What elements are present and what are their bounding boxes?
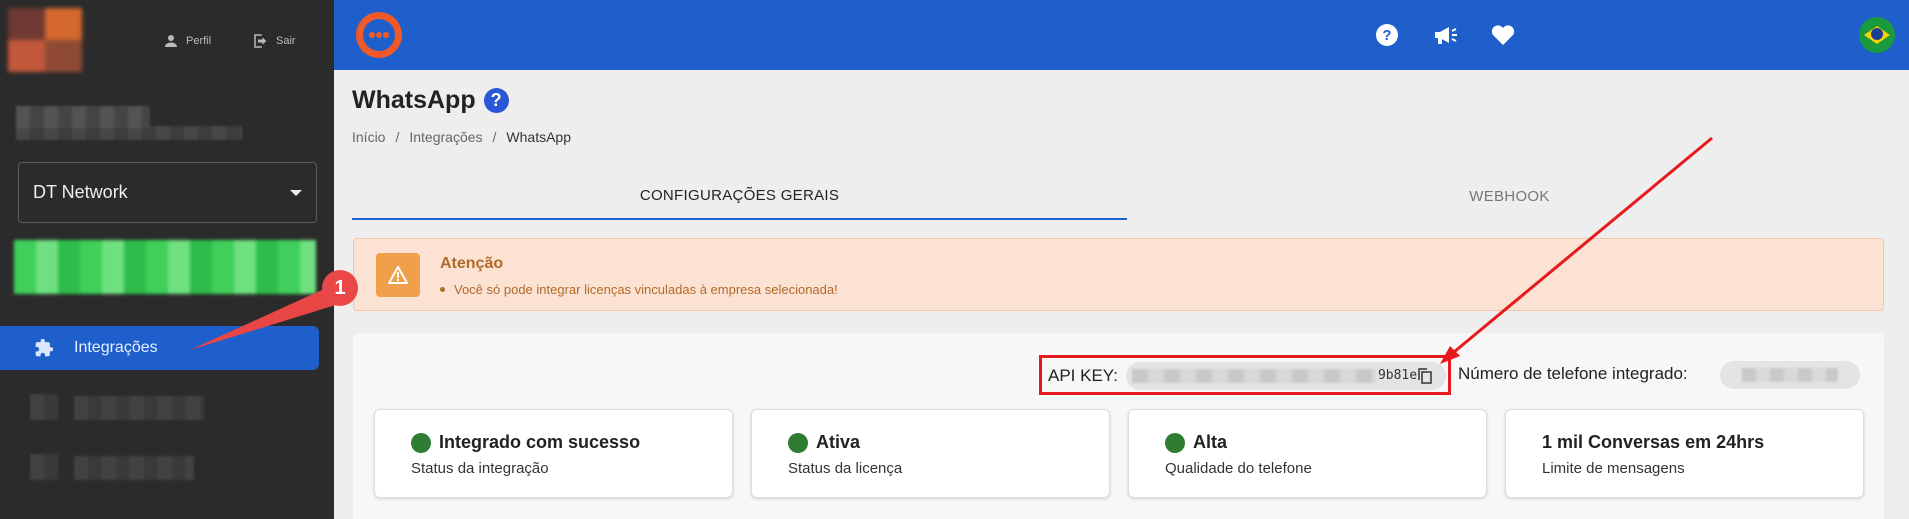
svg-text:?: ?: [1382, 27, 1391, 44]
breadcrumb-item-whatsapp: WhatsApp: [506, 129, 572, 145]
status-card-integration: Integrado com sucesso Status da integraç…: [374, 409, 733, 498]
warning-icon: [376, 253, 420, 297]
sidebar: Perfil Sair DT Network Integrações: [0, 0, 334, 519]
redacted-nav-icon: [30, 394, 58, 420]
status-card-phone-quality: Alta Qualidade do telefone: [1128, 409, 1487, 498]
breadcrumb-separator: /: [492, 129, 497, 145]
redacted-nav-icon: [30, 454, 58, 480]
card-subtitle: Qualidade do telefone: [1165, 460, 1312, 477]
puzzle-icon: [35, 338, 54, 357]
status-dot-icon: [1165, 432, 1185, 453]
breadcrumb-separator: /: [395, 129, 400, 145]
tabs: CONFIGURAÇÕES GERAIS WEBHOOK: [352, 172, 1892, 220]
breadcrumb-item-inicio[interactable]: Início: [352, 129, 385, 145]
annotation-highlight-box: [1039, 355, 1451, 395]
heart-icon[interactable]: [1490, 22, 1516, 48]
tab-configuracoes-gerais[interactable]: CONFIGURAÇÕES GERAIS: [352, 172, 1127, 220]
phone-number-field[interactable]: [1720, 361, 1860, 389]
logout-icon: [254, 34, 267, 48]
redacted-nav-item[interactable]: [74, 396, 204, 420]
user-icon: [165, 35, 177, 47]
top-header: ?: [334, 0, 1909, 70]
redacted-plan-banner: [14, 240, 316, 294]
sidebar-item-label: Integrações: [74, 339, 158, 356]
alert-title: Atenção: [440, 255, 504, 272]
alert-message: Você só pode integrar licenças vinculada…: [440, 282, 838, 297]
card-title: Integrado com sucesso: [439, 432, 641, 452]
status-dot-icon: [411, 432, 431, 453]
status-dot-icon: [788, 432, 808, 453]
status-cards: Integrado com sucesso Status da integraç…: [374, 409, 1864, 498]
redacted-user-email: [16, 126, 242, 140]
breadcrumb: Início / Integrações / WhatsApp: [352, 129, 571, 145]
card-title: Alta: [1193, 432, 1228, 452]
card-subtitle: Status da licença: [788, 460, 903, 477]
help-icon[interactable]: ?: [1374, 22, 1400, 48]
help-icon[interactable]: ?: [483, 88, 509, 113]
redacted-user-name: [16, 106, 150, 128]
logout-label: Sair: [276, 35, 296, 47]
status-card-message-limit: 1 mil Conversas em 24hrs Limite de mensa…: [1505, 409, 1864, 498]
card-title: Ativa: [816, 432, 861, 452]
company-select[interactable]: DT Network: [18, 162, 317, 223]
sidebar-item-integracoes[interactable]: Integrações: [0, 326, 319, 370]
profile-link[interactable]: Perfil: [162, 32, 211, 50]
step-number-badge: 1: [322, 270, 358, 306]
card-subtitle: Status da integração: [411, 460, 549, 477]
profile-label: Perfil: [186, 35, 212, 47]
chat-logo-icon[interactable]: [352, 8, 406, 62]
page-title-text: WhatsApp: [352, 86, 476, 114]
page-title: WhatsApp ?: [352, 86, 509, 115]
company-select-value: DT Network: [33, 182, 128, 202]
phone-label: Número de telefone integrado:: [1458, 364, 1688, 383]
tab-webhook[interactable]: WEBHOOK: [1127, 172, 1892, 220]
avatar[interactable]: [8, 8, 82, 72]
megaphone-icon[interactable]: [1432, 22, 1458, 48]
logout-link[interactable]: Sair: [252, 32, 296, 50]
warning-alert: Atenção Você só pode integrar licenças v…: [353, 238, 1884, 311]
card-title: 1 mil Conversas em 24hrs: [1542, 432, 1765, 452]
breadcrumb-item-integracoes[interactable]: Integrações: [409, 129, 482, 145]
chevron-down-icon: [290, 189, 302, 196]
redacted-phone-number: [1742, 368, 1838, 382]
brazil-flag-icon[interactable]: [1859, 17, 1895, 53]
status-card-license: Ativa Status da licença: [751, 409, 1110, 498]
redacted-nav-item[interactable]: [74, 456, 194, 480]
card-subtitle: Limite de mensagens: [1542, 460, 1685, 477]
